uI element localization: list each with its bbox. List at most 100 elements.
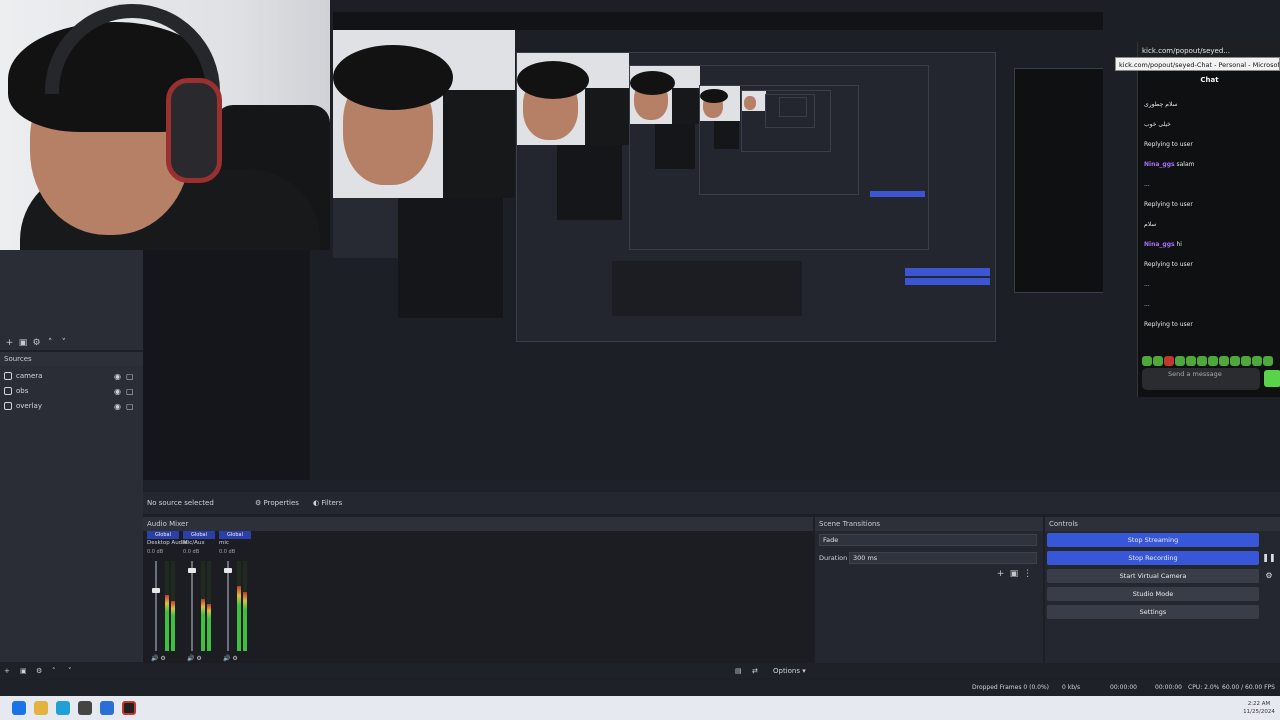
- trash-icon[interactable]: ▣: [18, 338, 29, 349]
- settings-icon[interactable]: ⚙: [160, 655, 165, 662]
- volume-fader[interactable]: [155, 561, 157, 651]
- move-down-icon[interactable]: ˅: [68, 663, 72, 679]
- chat-message-input[interactable]: Send a message: [1142, 368, 1260, 390]
- remove-transition-icon[interactable]: ▣: [1009, 569, 1020, 580]
- edge-icon[interactable]: [56, 701, 70, 715]
- speaker-icon[interactable]: 🔊: [187, 655, 194, 662]
- chat-message: Replying to user: [1144, 260, 1274, 270]
- visibility-icon[interactable]: ◉: [114, 385, 121, 398]
- channel-db: 0.0 dB: [147, 549, 164, 555]
- rec-time: 00:00:00: [1155, 684, 1182, 691]
- move-up-icon[interactable]: ˄: [52, 663, 56, 679]
- chat-message: Nina_ggs hi: [1144, 240, 1274, 250]
- scenes-toolbar[interactable]: + ▣ ⚙ ˄ ˅: [4, 338, 69, 349]
- settings-icon[interactable]: ⚙: [196, 655, 201, 662]
- terminal-icon[interactable]: [78, 701, 92, 715]
- add-transition-icon[interactable]: +: [995, 569, 1006, 580]
- speaker-icon[interactable]: 🔊: [151, 655, 158, 662]
- camera-icon: [4, 372, 12, 380]
- source-label: camera: [16, 372, 43, 380]
- cpu-usage: CPU: 2.0%: [1188, 684, 1220, 691]
- dropped-frames: Dropped Frames 0 (0.0%): [972, 684, 1050, 691]
- duration-input[interactable]: 300 ms: [849, 552, 1037, 564]
- settings-icon[interactable]: ⚙: [232, 655, 237, 662]
- chat-username[interactable]: Nina_ggs: [1144, 241, 1175, 248]
- source-label: obs: [16, 387, 29, 395]
- channel-tag: Global: [147, 531, 179, 539]
- lock-icon[interactable]: ▢: [126, 370, 134, 383]
- channel-icons: 🔊 ⚙: [187, 655, 202, 662]
- visibility-icon[interactable]: ◉: [114, 400, 121, 413]
- source-settings-icon[interactable]: ⚙: [36, 663, 42, 679]
- mixer-options-button[interactable]: Options ▾: [773, 663, 806, 679]
- live-time: 00:00:00: [1110, 684, 1137, 691]
- mixer-channel: Global mic 0.0 dB 🔊 ⚙: [219, 531, 251, 663]
- window-tooltip: kick.com/popout/seyed-Chat - Personal - …: [1115, 57, 1280, 71]
- webcam-feed: [0, 0, 330, 250]
- more-options-icon[interactable]: ⋮: [1022, 569, 1033, 580]
- lock-icon[interactable]: ▢: [126, 385, 134, 398]
- remove-source-icon[interactable]: ▣: [20, 663, 27, 679]
- chat-text: hi: [1176, 241, 1182, 248]
- app-icon[interactable]: [100, 701, 114, 715]
- chat-send-button[interactable]: [1264, 370, 1280, 387]
- source-item[interactable]: camera ◉ ▢: [4, 370, 136, 383]
- no-source-label: No source selected: [147, 499, 214, 507]
- mixer-options-label: Options: [773, 667, 801, 675]
- add-icon[interactable]: +: [4, 338, 15, 349]
- mixer-layout-icon[interactable]: ▤: [735, 663, 742, 679]
- properties-button[interactable]: ⚙ Properties: [255, 492, 299, 514]
- chat-popout-window[interactable]: kick.com/popout/seyed... Chat سلام چطوری…: [1137, 42, 1280, 397]
- source-label: overlay: [16, 402, 42, 410]
- chat-text: ...: [1144, 281, 1150, 288]
- status-bar: Dropped Frames 0 (0.0%) 0 kb/s 00:00:00 …: [0, 680, 1280, 696]
- channel-label: Mic/Aux: [183, 540, 205, 546]
- chat-text: خیلی خوب: [1144, 121, 1171, 128]
- transition-select[interactable]: Fade: [819, 534, 1037, 546]
- stop-streaming-button[interactable]: Stop Streaming: [1047, 533, 1259, 547]
- level-meter: [237, 561, 241, 651]
- obs-icon[interactable]: [122, 701, 136, 715]
- fader-knob[interactable]: [224, 568, 232, 573]
- settings-button[interactable]: Settings: [1047, 605, 1259, 619]
- stop-recording-button[interactable]: Stop Recording: [1047, 551, 1259, 565]
- up-icon[interactable]: ˄: [45, 338, 56, 349]
- down-icon[interactable]: ˅: [58, 338, 69, 349]
- settings-icon[interactable]: ⚙: [31, 338, 42, 349]
- filters-button[interactable]: ◐ Filters: [313, 492, 342, 514]
- speaker-icon[interactable]: 🔊: [223, 655, 230, 662]
- add-source-icon[interactable]: +: [4, 663, 10, 679]
- visibility-icon[interactable]: ◉: [114, 370, 121, 383]
- channel-db: 0.0 dB: [183, 549, 200, 555]
- virtual-camera-button[interactable]: Start Virtual Camera: [1047, 569, 1259, 583]
- chat-text: سلام چطوری: [1144, 101, 1178, 108]
- chat-text: Replying to user: [1144, 321, 1193, 328]
- preview-canvas[interactable]: [333, 12, 1103, 475]
- audio-mixer-title: Audio Mixer: [143, 517, 813, 531]
- fader-knob[interactable]: [152, 588, 160, 593]
- controls-title: Controls: [1045, 517, 1280, 531]
- channel-tag: Global: [183, 531, 215, 539]
- fader-knob[interactable]: [188, 568, 196, 573]
- chat-text: salam: [1176, 161, 1195, 168]
- volume-fader[interactable]: [191, 561, 193, 651]
- volume-fader[interactable]: [227, 561, 229, 651]
- scenes-dock: + ▣ ⚙ ˄ ˅: [0, 250, 143, 350]
- file-explorer-icon[interactable]: [34, 701, 48, 715]
- channel-icons: 🔊 ⚙: [151, 655, 166, 662]
- mixer-link-icon[interactable]: ⇄: [752, 663, 758, 679]
- source-item[interactable]: overlay ◉ ▢: [4, 400, 136, 413]
- level-meter: [165, 561, 169, 651]
- lock-icon[interactable]: ▢: [126, 400, 134, 413]
- emote-bar[interactable]: [1142, 351, 1278, 366]
- level-meter: [171, 561, 175, 651]
- filters-label: Filters: [321, 499, 343, 507]
- taskbar-clock: 2:22 AM 11/25/2024: [1240, 700, 1278, 716]
- source-item[interactable]: obs ◉ ▢: [4, 385, 136, 398]
- chat-username[interactable]: Nina_ggs: [1144, 161, 1175, 168]
- scene-transitions-dock: Scene Transitions Fade Duration 300 ms +…: [815, 517, 1043, 663]
- gear-icon[interactable]: ⚙: [1262, 569, 1276, 583]
- pause-icon[interactable]: ❚❚: [1262, 551, 1276, 565]
- studio-mode-button[interactable]: Studio Mode: [1047, 587, 1259, 601]
- start-icon[interactable]: [12, 701, 26, 715]
